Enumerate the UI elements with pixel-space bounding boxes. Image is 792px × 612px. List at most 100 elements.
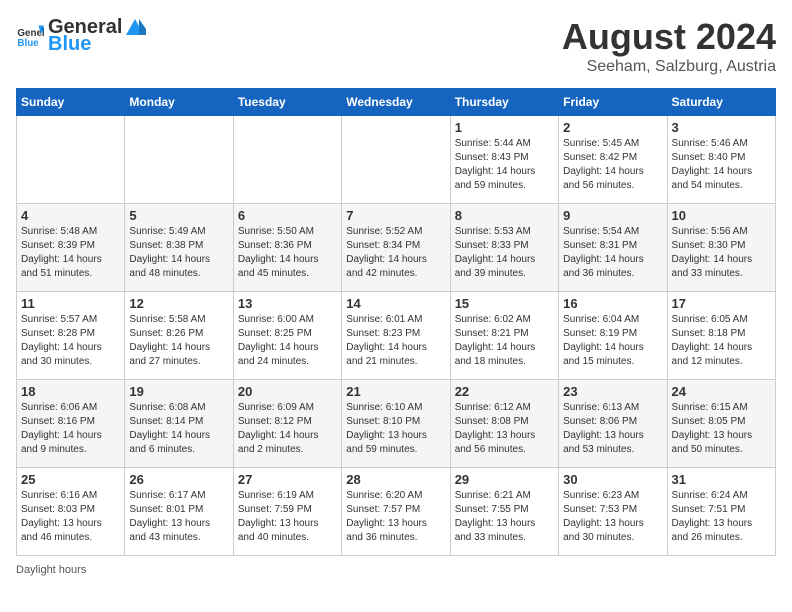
day-number: 30 [563,472,662,487]
day-number: 7 [346,208,445,223]
calendar-header-row: SundayMondayTuesdayWednesdayThursdayFrid… [17,89,776,116]
day-number: 25 [21,472,120,487]
calendar-cell: 20Sunrise: 6:09 AMSunset: 8:12 PMDayligh… [233,380,341,468]
day-info: Sunrise: 6:16 AMSunset: 8:03 PMDaylight:… [21,489,120,545]
day-header-tuesday: Tuesday [233,89,341,116]
day-header-wednesday: Wednesday [342,89,450,116]
day-number: 19 [129,384,228,399]
calendar-week-1: 1 Sunrise: 5:44 AMSunset: 8:43 PMDaylight… [17,116,776,204]
day-number: 29 [455,472,554,487]
calendar-cell: 14 Sunrise: 6:01 AMSunset: 8:23 PMDayligh… [342,292,450,380]
calendar-cell: 26Sunrise: 6:17 AMSunset: 8:01 PMDayligh… [125,468,233,556]
day-number: 27 [238,472,337,487]
calendar-cell: 27 Sunrise: 6:19 AMSunset: 7:59 PMDayligh… [233,468,341,556]
page-header: General Blue General Blue August 2024 Se… [16,16,776,76]
day-info: Sunrise: 6:09 AMSunset: 8:12 PMDaylight:… [238,401,337,457]
calendar-cell: 13Sunrise: 6:00 AMSunset: 8:25 PMDayligh… [233,292,341,380]
calendar-cell: 29 Sunrise: 6:21 AMSunset: 7:55 PMDayligh… [450,468,558,556]
calendar-table: SundayMondayTuesdayWednesdayThursdayFrid… [16,88,776,556]
day-info: Sunrise: 5:44 AMSunset: 8:43 PMDaylight:… [455,137,554,193]
calendar-week-4: 18 Sunrise: 6:06 AMSunset: 8:16 PMDayligh… [17,380,776,468]
calendar-cell: 15Sunrise: 6:02 AMSunset: 8:21 PMDayligh… [450,292,558,380]
day-number: 23 [563,384,662,399]
logo-icon: General Blue [16,22,44,50]
calendar-week-3: 11 Sunrise: 5:57 AMSunset: 8:28 PMDayligh… [17,292,776,380]
calendar-cell: 25 Sunrise: 6:16 AMSunset: 8:03 PMDayligh… [17,468,125,556]
day-info: Sunrise: 5:49 AMSunset: 8:38 PMDaylight:… [129,225,228,281]
calendar-cell: 19 Sunrise: 6:08 AMSunset: 8:14 PMDayligh… [125,380,233,468]
day-number: 16 [563,296,662,311]
calendar-cell: 24 Sunrise: 6:15 AMSunset: 8:05 PMDayligh… [667,380,775,468]
day-header-thursday: Thursday [450,89,558,116]
day-info: Sunrise: 6:13 AMSunset: 8:06 PMDaylight:… [563,401,662,457]
day-number: 3 [672,120,771,135]
day-header-friday: Friday [559,89,667,116]
calendar-cell [233,116,341,204]
logo: General Blue General Blue [16,16,148,56]
day-info: Sunrise: 6:08 AMSunset: 8:14 PMDaylight:… [129,401,228,457]
day-number: 4 [21,208,120,223]
day-info: Sunrise: 5:46 AMSunset: 8:40 PMDaylight:… [672,137,771,193]
day-info: Sunrise: 6:20 AMSunset: 7:57 PMDaylight:… [346,489,445,545]
day-number: 2 [563,120,662,135]
day-number: 13 [238,296,337,311]
day-number: 9 [563,208,662,223]
calendar-week-2: 4 Sunrise: 5:48 AMSunset: 8:39 PMDaylight… [17,204,776,292]
day-number: 11 [21,296,120,311]
calendar-cell: 11 Sunrise: 5:57 AMSunset: 8:28 PMDayligh… [17,292,125,380]
day-number: 12 [129,296,228,311]
calendar-cell: 23 Sunrise: 6:13 AMSunset: 8:06 PMDayligh… [559,380,667,468]
day-number: 1 [455,120,554,135]
calendar-cell [17,116,125,204]
day-number: 21 [346,384,445,399]
title-block: August 2024 Seeham, Salzburg, Austria [562,16,776,76]
day-number: 17 [672,296,771,311]
calendar-cell: 22Sunrise: 6:12 AMSunset: 8:08 PMDayligh… [450,380,558,468]
calendar-cell: 9 Sunrise: 5:54 AMSunset: 8:31 PMDaylight… [559,204,667,292]
day-info: Sunrise: 6:12 AMSunset: 8:08 PMDaylight:… [455,401,554,457]
day-info: Sunrise: 6:01 AMSunset: 8:23 PMDaylight:… [346,313,445,369]
day-number: 14 [346,296,445,311]
day-info: Sunrise: 5:50 AMSunset: 8:36 PMDaylight:… [238,225,337,281]
day-info: Sunrise: 5:57 AMSunset: 8:28 PMDaylight:… [21,313,120,369]
calendar-week-5: 25 Sunrise: 6:16 AMSunset: 8:03 PMDayligh… [17,468,776,556]
calendar-cell: 2 Sunrise: 5:45 AMSunset: 8:42 PMDaylight… [559,116,667,204]
calendar-cell: 31 Sunrise: 6:24 AMSunset: 7:51 PMDayligh… [667,468,775,556]
day-number: 6 [238,208,337,223]
calendar-cell: 3 Sunrise: 5:46 AMSunset: 8:40 PMDaylight… [667,116,775,204]
calendar-cell: 5 Sunrise: 5:49 AMSunset: 8:38 PMDaylight… [125,204,233,292]
month-title: August 2024 [562,16,776,58]
calendar-cell: 21Sunrise: 6:10 AMSunset: 8:10 PMDayligh… [342,380,450,468]
day-info: Sunrise: 5:58 AMSunset: 8:26 PMDaylight:… [129,313,228,369]
day-info: Sunrise: 6:02 AMSunset: 8:21 PMDaylight:… [455,313,554,369]
day-info: Sunrise: 6:15 AMSunset: 8:05 PMDaylight:… [672,401,771,457]
calendar-cell: 6 Sunrise: 5:50 AMSunset: 8:36 PMDaylight… [233,204,341,292]
day-info: Sunrise: 6:06 AMSunset: 8:16 PMDaylight:… [21,401,120,457]
day-info: Sunrise: 6:21 AMSunset: 7:55 PMDaylight:… [455,489,554,545]
calendar-cell: 12 Sunrise: 5:58 AMSunset: 8:26 PMDayligh… [125,292,233,380]
day-info: Sunrise: 6:23 AMSunset: 7:53 PMDaylight:… [563,489,662,545]
footer-note: Daylight hours [16,564,776,576]
day-header-sunday: Sunday [17,89,125,116]
day-info: Sunrise: 5:54 AMSunset: 8:31 PMDaylight:… [563,225,662,281]
calendar-cell [342,116,450,204]
day-info: Sunrise: 5:52 AMSunset: 8:34 PMDaylight:… [346,225,445,281]
calendar-cell: 16Sunrise: 6:04 AMSunset: 8:19 PMDayligh… [559,292,667,380]
calendar-cell: 17Sunrise: 6:05 AMSunset: 8:18 PMDayligh… [667,292,775,380]
calendar-cell: 7 Sunrise: 5:52 AMSunset: 8:34 PMDaylight… [342,204,450,292]
day-info: Sunrise: 5:48 AMSunset: 8:39 PMDaylight:… [21,225,120,281]
day-info: Sunrise: 6:19 AMSunset: 7:59 PMDaylight:… [238,489,337,545]
calendar-cell: 28Sunrise: 6:20 AMSunset: 7:57 PMDayligh… [342,468,450,556]
day-header-saturday: Saturday [667,89,775,116]
day-number: 24 [672,384,771,399]
calendar-cell: 10Sunrise: 5:56 AMSunset: 8:30 PMDayligh… [667,204,775,292]
day-header-monday: Monday [125,89,233,116]
day-info: Sunrise: 5:45 AMSunset: 8:42 PMDaylight:… [563,137,662,193]
calendar-cell [125,116,233,204]
calendar-cell: 8Sunrise: 5:53 AMSunset: 8:33 PMDaylight… [450,204,558,292]
day-number: 31 [672,472,771,487]
day-number: 18 [21,384,120,399]
day-info: Sunrise: 6:24 AMSunset: 7:51 PMDaylight:… [672,489,771,545]
logo-triangle-icon [124,17,146,39]
day-number: 5 [129,208,228,223]
